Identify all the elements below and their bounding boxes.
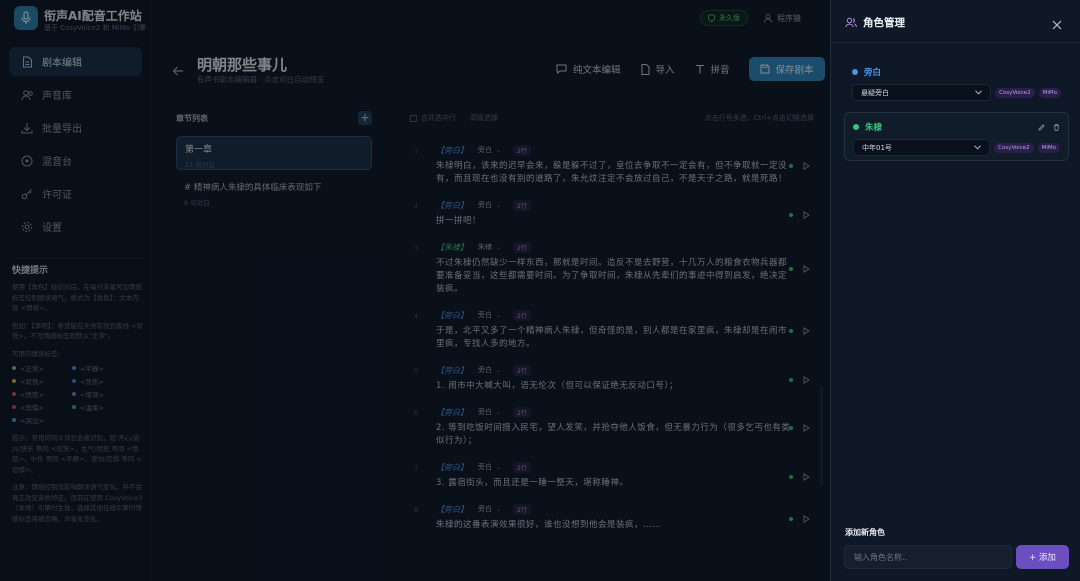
chevron-down-icon bbox=[974, 145, 981, 150]
chevron-down-icon bbox=[975, 90, 982, 95]
role-name-row: 朱棣 bbox=[853, 121, 1060, 133]
divider bbox=[831, 42, 1080, 43]
voice-select[interactable]: 悬疑旁白 bbox=[852, 84, 992, 101]
app-window: 衔声AI配音工作站 基于 CosyVoice2 和 MiMo 引擎 剧本编辑 声… bbox=[0, 0, 1080, 581]
voice-select[interactable]: 中年01号 bbox=[853, 139, 991, 156]
add-role-title: 添加新角色 bbox=[845, 528, 885, 537]
role-management-drawer: 角色管理 旁白 悬疑旁白 CosyVoice2 MiMo 朱棣 中年01号 Co… bbox=[830, 0, 1080, 581]
engine-badge: CosyVoice2 bbox=[995, 87, 1035, 98]
add-role-button[interactable]: + 添加 bbox=[1016, 545, 1069, 569]
role-name: 旁白 bbox=[864, 68, 882, 78]
users-icon bbox=[845, 17, 857, 28]
role-name-input[interactable]: 输入角色名称.. bbox=[844, 545, 1012, 569]
drawer-title: 角色管理 bbox=[863, 17, 905, 29]
engine-badge: MiMo bbox=[1037, 142, 1060, 153]
role-color-dot bbox=[853, 124, 859, 130]
engine-badge: MiMo bbox=[1038, 87, 1061, 98]
engine-badge: CosyVoice2 bbox=[994, 142, 1034, 153]
role-voice-row: 中年01号 CosyVoice2 MiMo bbox=[853, 139, 1060, 156]
role-color-dot bbox=[852, 69, 858, 75]
drawer-header: 角色管理 bbox=[845, 15, 905, 30]
role-voice-row: 悬疑旁白 CosyVoice2 MiMo bbox=[852, 84, 1061, 101]
role-card[interactable]: 旁白 悬疑旁白 CosyVoice2 MiMo bbox=[844, 58, 1069, 104]
role-name-row: 旁白 bbox=[852, 66, 1061, 78]
role-name: 朱棣 bbox=[865, 123, 883, 133]
edit-icon[interactable] bbox=[1038, 123, 1045, 131]
trash-icon[interactable] bbox=[1053, 123, 1060, 131]
close-icon[interactable] bbox=[1051, 16, 1063, 30]
modal-backdrop[interactable] bbox=[0, 0, 830, 581]
role-actions bbox=[1038, 123, 1060, 131]
role-card[interactable]: 朱棣 中年01号 CosyVoice2 MiMo bbox=[844, 112, 1069, 161]
